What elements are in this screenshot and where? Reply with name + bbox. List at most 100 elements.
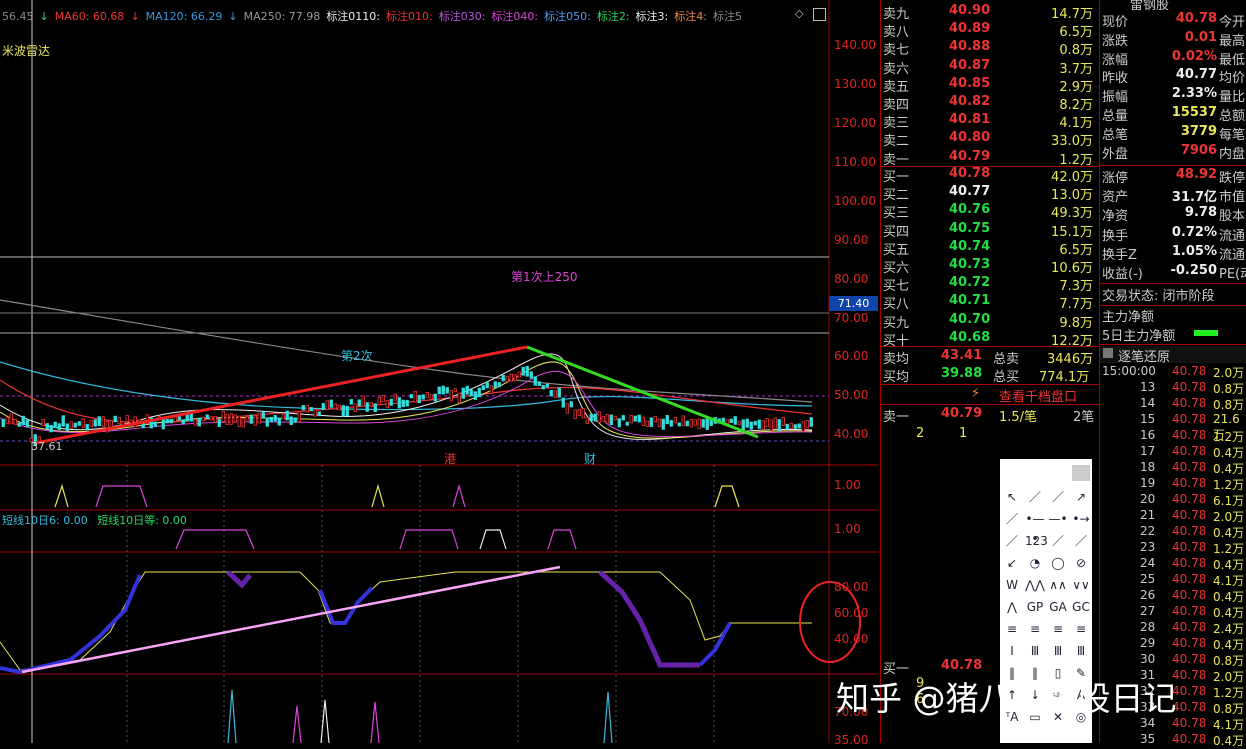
drawing-tool-button[interactable]: ／ <box>1002 509 1022 529</box>
sub2-title-b: 短线10日等: 0.00 <box>97 514 187 527</box>
drawing-tool-button[interactable]: ≡ <box>1025 619 1045 639</box>
tick-volume: 0.4万 <box>1213 526 1245 540</box>
y-tick-label: 100.00 <box>834 194 876 208</box>
tick-volume: 2.0万 <box>1213 670 1245 684</box>
main-net-label: 主力净额 <box>1102 310 1155 325</box>
ask-row: 卖六 40.87 3.7万 <box>881 57 1097 77</box>
quote-row: 收益(-) -0.250PE(动 <box>1100 263 1246 282</box>
tick-row: 16 40.78 1.2万 <box>1100 428 1246 444</box>
drawing-tool-button[interactable]: ◯ <box>1048 553 1068 573</box>
expand-icon[interactable] <box>1103 348 1113 358</box>
drawing-tool-button[interactable]: W <box>1002 575 1022 595</box>
drawing-tool-button[interactable]: Ⅲ <box>1025 641 1045 661</box>
toolbox-close-button[interactable] <box>1072 465 1090 481</box>
tick-price: 40.78 <box>1172 492 1207 506</box>
drawing-tool-button[interactable]: —• <box>1048 509 1068 529</box>
y-tick-label: 40.00 <box>834 427 869 441</box>
drawing-tool-button[interactable]: Ⅲ <box>1071 641 1091 661</box>
drawing-tool-button[interactable]: ↙ <box>1002 553 1022 573</box>
drawing-tool-button[interactable]: ／ <box>1002 531 1022 551</box>
candle <box>581 408 585 419</box>
candle <box>649 417 653 427</box>
quote-value: 3779 <box>1180 123 1217 139</box>
ob-price: 40.82 <box>949 94 991 109</box>
quote-panel: 雷钢股 现价 40.78 今开 涨跌 0.01 最高 涨幅 0.02% 最低 昨收 40.77 均价 振幅… <box>1099 0 1246 748</box>
candle <box>645 420 649 427</box>
drawing-tool-button[interactable]: ⋀⋀ <box>1025 575 1045 595</box>
drawing-tool-button[interactable]: GP <box>1025 597 1045 617</box>
ob-volume: 49.3万 <box>1051 206 1093 222</box>
bid-row: 买四 40.75 15.1万 <box>881 221 1097 240</box>
bid-row: 买八 40.71 7.7万 <box>881 293 1097 312</box>
drawing-tool-button[interactable]: ∨∨ <box>1071 575 1091 595</box>
sell1-count: 2笔 <box>1073 410 1095 425</box>
marker-cai: 财 <box>584 452 597 466</box>
drawing-tool-button[interactable]: •—• <box>1025 509 1045 546</box>
tick-price: 40.78 <box>1172 428 1207 442</box>
drawing-tool-button[interactable]: ⋀ <box>1002 597 1022 617</box>
ob-volume: 0.8万 <box>1059 43 1093 59</box>
candle <box>69 421 73 429</box>
candle <box>553 390 557 398</box>
bid-row: 买五 40.74 6.5万 <box>881 239 1097 258</box>
y-tick-label: 70.00 <box>834 311 869 325</box>
candle <box>577 409 581 416</box>
bid-row: 买二 40.77 13.0万 <box>881 184 1097 203</box>
candle <box>769 419 773 431</box>
candle <box>17 422 21 427</box>
candle <box>465 385 469 395</box>
chart-area[interactable]: 56.45 ↓ MA60: 60.68 ↓ MA120: 66.29 ↓ MA250: 77… <box>0 0 878 747</box>
candle <box>657 418 661 428</box>
drawing-tool-button[interactable]: ⊘ <box>1071 553 1091 573</box>
quote-row: 总笔 3779 每笔 <box>1100 124 1246 143</box>
candle <box>57 423 61 430</box>
drawing-tool-button[interactable]: ↖ <box>1002 487 1022 507</box>
ob-volume: 6.5万 <box>1059 25 1093 41</box>
ob-price: 40.87 <box>949 57 991 73</box>
candle <box>625 421 629 426</box>
quote-row: 涨幅 0.02% 最低 <box>1100 49 1246 68</box>
ob-label: 卖二 <box>883 134 910 150</box>
drawing-tool-button[interactable]: GA <box>1048 597 1068 617</box>
drawing-tool-button[interactable]: GC <box>1071 597 1091 617</box>
tick-price: 40.78 <box>1172 412 1207 426</box>
drawing-tool-button[interactable]: •→ <box>1071 509 1091 529</box>
quote-row: 涨停 48.92 跌停 <box>1100 167 1246 186</box>
bid-row: 买六 40.73 10.6万 <box>881 257 1097 276</box>
candle <box>257 412 261 424</box>
tick-price: 40.78 <box>1172 396 1207 410</box>
candle <box>393 393 397 401</box>
drawing-tool-button[interactable]: ≡ <box>1048 619 1068 639</box>
view-depth-button[interactable]: 查看千档盘口 <box>999 386 1077 405</box>
candle <box>673 417 677 424</box>
ob-price: 40.78 <box>949 166 991 181</box>
quote-value: 0.72% <box>1171 224 1217 240</box>
drawing-tool-button[interactable]: ≡ <box>1002 619 1022 639</box>
tick-row: 14 40.78 0.8万 <box>1100 396 1246 412</box>
drawing-tool-button[interactable]: ∧∧ <box>1048 575 1068 595</box>
main-chart-svg[interactable] <box>0 0 878 743</box>
tick-price: 40.78 <box>1172 684 1207 698</box>
candle <box>249 414 253 424</box>
ask-row: 卖八 40.89 6.5万 <box>881 21 1097 41</box>
drawing-tool-button[interactable]: ／ <box>1025 487 1045 507</box>
candle <box>737 420 741 426</box>
candle <box>205 414 209 419</box>
drawing-tool-button[interactable]: ／ <box>1071 531 1091 551</box>
drawing-tool-button[interactable]: ◔ <box>1025 553 1045 573</box>
candle <box>217 418 221 427</box>
ob-label: 买四 <box>883 224 910 240</box>
drawing-tool-button[interactable]: ↗ <box>1071 487 1091 507</box>
drawing-tool-button[interactable]: Ⅲ <box>1048 641 1068 661</box>
candle <box>169 418 173 424</box>
total-buy-value: 774.1万 <box>1039 370 1090 385</box>
drawing-tool-button[interactable]: ／ <box>1048 487 1068 507</box>
drawing-tool-button[interactable]: Ⅰ <box>1002 641 1022 661</box>
tick-row: 15 40.78 21.6万 <box>1100 412 1246 442</box>
ob-volume: 1.2万 <box>1059 152 1093 168</box>
candle <box>705 418 709 430</box>
drawing-tool-button[interactable]: ≡ <box>1071 619 1091 639</box>
drawing-tool-button[interactable]: ／ <box>1048 531 1068 551</box>
tick-volume: 0.4万 <box>1213 606 1245 620</box>
drawing-tool-button[interactable]: 123 <box>1025 531 1048 551</box>
